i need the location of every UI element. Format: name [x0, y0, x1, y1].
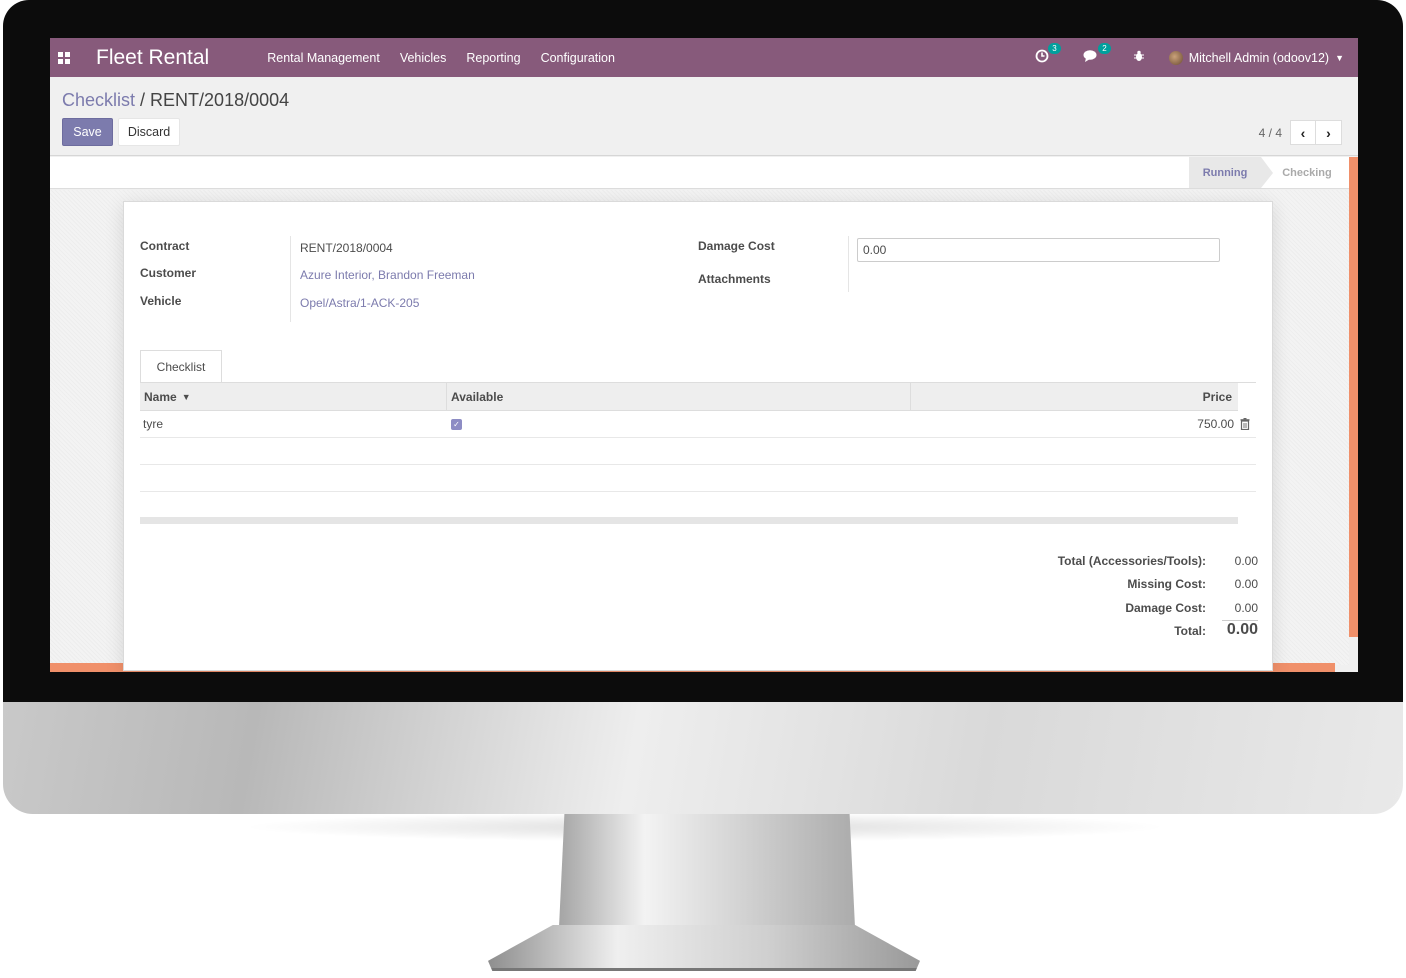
damage-cost-label: Damage Cost	[698, 239, 775, 253]
top-navbar: Fleet Rental Rental Management Vehicles …	[50, 38, 1358, 77]
menu-reporting[interactable]: Reporting	[466, 51, 520, 65]
debug-bug-icon[interactable]	[1133, 50, 1145, 65]
field-divider	[290, 236, 291, 322]
pager-previous-icon[interactable]: ‹	[1290, 120, 1316, 145]
column-separator	[446, 383, 447, 410]
activity-count-badge: 3	[1048, 43, 1061, 54]
contract-value: RENT/2018/0004	[300, 241, 393, 255]
total-divider	[1222, 620, 1258, 621]
table-row-empty	[140, 465, 1256, 492]
status-bar: Running Checking	[50, 157, 1349, 189]
form-sheet: Contract Customer Vehicle RENT/2018/0004…	[123, 201, 1273, 671]
apps-grid-icon[interactable]	[58, 51, 70, 64]
contract-label: Contract	[140, 239, 190, 253]
vehicle-link[interactable]: Opel/Astra/1-ACK-205	[300, 296, 419, 310]
tab-checklist[interactable]: Checklist	[140, 350, 222, 383]
user-name: Mitchell Admin (odoov12)	[1188, 50, 1330, 65]
chevron-down-icon: ▼	[1335, 52, 1344, 63]
customer-link[interactable]: Azure Interior, Brandon Freeman	[300, 268, 475, 282]
breadcrumb-separator: /	[135, 90, 151, 110]
avatar	[1168, 50, 1183, 65]
monitor-stand-base	[488, 925, 920, 971]
pager-next-icon[interactable]: ›	[1316, 120, 1342, 145]
menu-rental-management[interactable]: Rental Management	[267, 51, 380, 65]
damage-cost-input[interactable]: 0.00	[857, 238, 1220, 262]
right-accent-bar	[1349, 157, 1358, 637]
menu-configuration[interactable]: Configuration	[541, 51, 615, 65]
horizontal-scrollbar[interactable]	[140, 517, 1238, 524]
messages-chat-icon[interactable]: 2	[1083, 43, 1111, 66]
row-price[interactable]: 750.00	[1197, 411, 1234, 437]
missing-cost-label: Missing Cost:	[1127, 577, 1206, 591]
monitor-stand-neck	[558, 814, 856, 944]
screen: Fleet Rental Rental Management Vehicles …	[50, 38, 1358, 672]
accessories-total-value: 0.00	[1234, 554, 1258, 568]
available-checkbox[interactable]: ✓	[451, 418, 462, 430]
trash-icon[interactable]	[1240, 418, 1250, 430]
monitor-chin	[3, 702, 1403, 814]
systray: 3 2 Mitchell Admin (odoov12) ▼	[1035, 38, 1344, 77]
row-name[interactable]: tyre	[143, 411, 163, 437]
accessories-total-label: Total (Accessories/Tools):	[1057, 554, 1206, 568]
column-header-available[interactable]: Available	[451, 383, 503, 410]
damage-cost-total-label: Damage Cost:	[1125, 601, 1206, 615]
control-panel: Checklist / RENT/2018/0004 Save Discard …	[50, 77, 1358, 156]
row-available[interactable]: ✓	[451, 411, 462, 437]
column-header-price[interactable]: Price	[1203, 383, 1232, 410]
message-count-badge: 2	[1098, 43, 1111, 54]
activity-clock-icon[interactable]: 3	[1035, 43, 1061, 66]
stage-running[interactable]: Running	[1189, 157, 1273, 188]
save-button[interactable]: Save	[62, 118, 113, 146]
app-title: Fleet Rental	[96, 45, 210, 69]
user-menu[interactable]: Mitchell Admin (odoov12) ▼	[1168, 50, 1344, 65]
customer-label: Customer	[140, 266, 197, 280]
discard-button[interactable]: Discard	[118, 118, 180, 146]
sort-caret-icon: ▼	[181, 391, 191, 402]
table-header: Name ▼ Available Price	[140, 383, 1238, 411]
table-row[interactable]: tyre ✓ 750.00	[140, 411, 1256, 438]
pager-value[interactable]: 4 / 4	[1259, 126, 1282, 140]
pager: 4 / 4 ‹ ›	[1259, 120, 1342, 145]
breadcrumb-current: RENT/2018/0004	[150, 90, 290, 110]
menu-vehicles[interactable]: Vehicles	[400, 51, 447, 65]
breadcrumb-parent-link[interactable]: Checklist	[62, 90, 135, 110]
grand-total-value: 0.00	[1226, 621, 1258, 638]
column-separator	[910, 383, 911, 410]
missing-cost-value: 0.00	[1234, 577, 1258, 591]
attachments-label: Attachments	[698, 272, 771, 286]
damage-cost-total-value: 0.00	[1234, 601, 1258, 615]
breadcrumb: Checklist / RENT/2018/0004	[62, 90, 289, 111]
column-header-name[interactable]: Name ▼	[144, 383, 191, 410]
column-name-label: Name	[144, 389, 177, 404]
field-divider-right	[848, 236, 849, 292]
stage-checking[interactable]: Checking	[1272, 157, 1342, 188]
vehicle-label: Vehicle	[140, 294, 182, 308]
table-row-empty	[140, 438, 1256, 465]
grand-total-label: Total:	[1174, 624, 1206, 638]
